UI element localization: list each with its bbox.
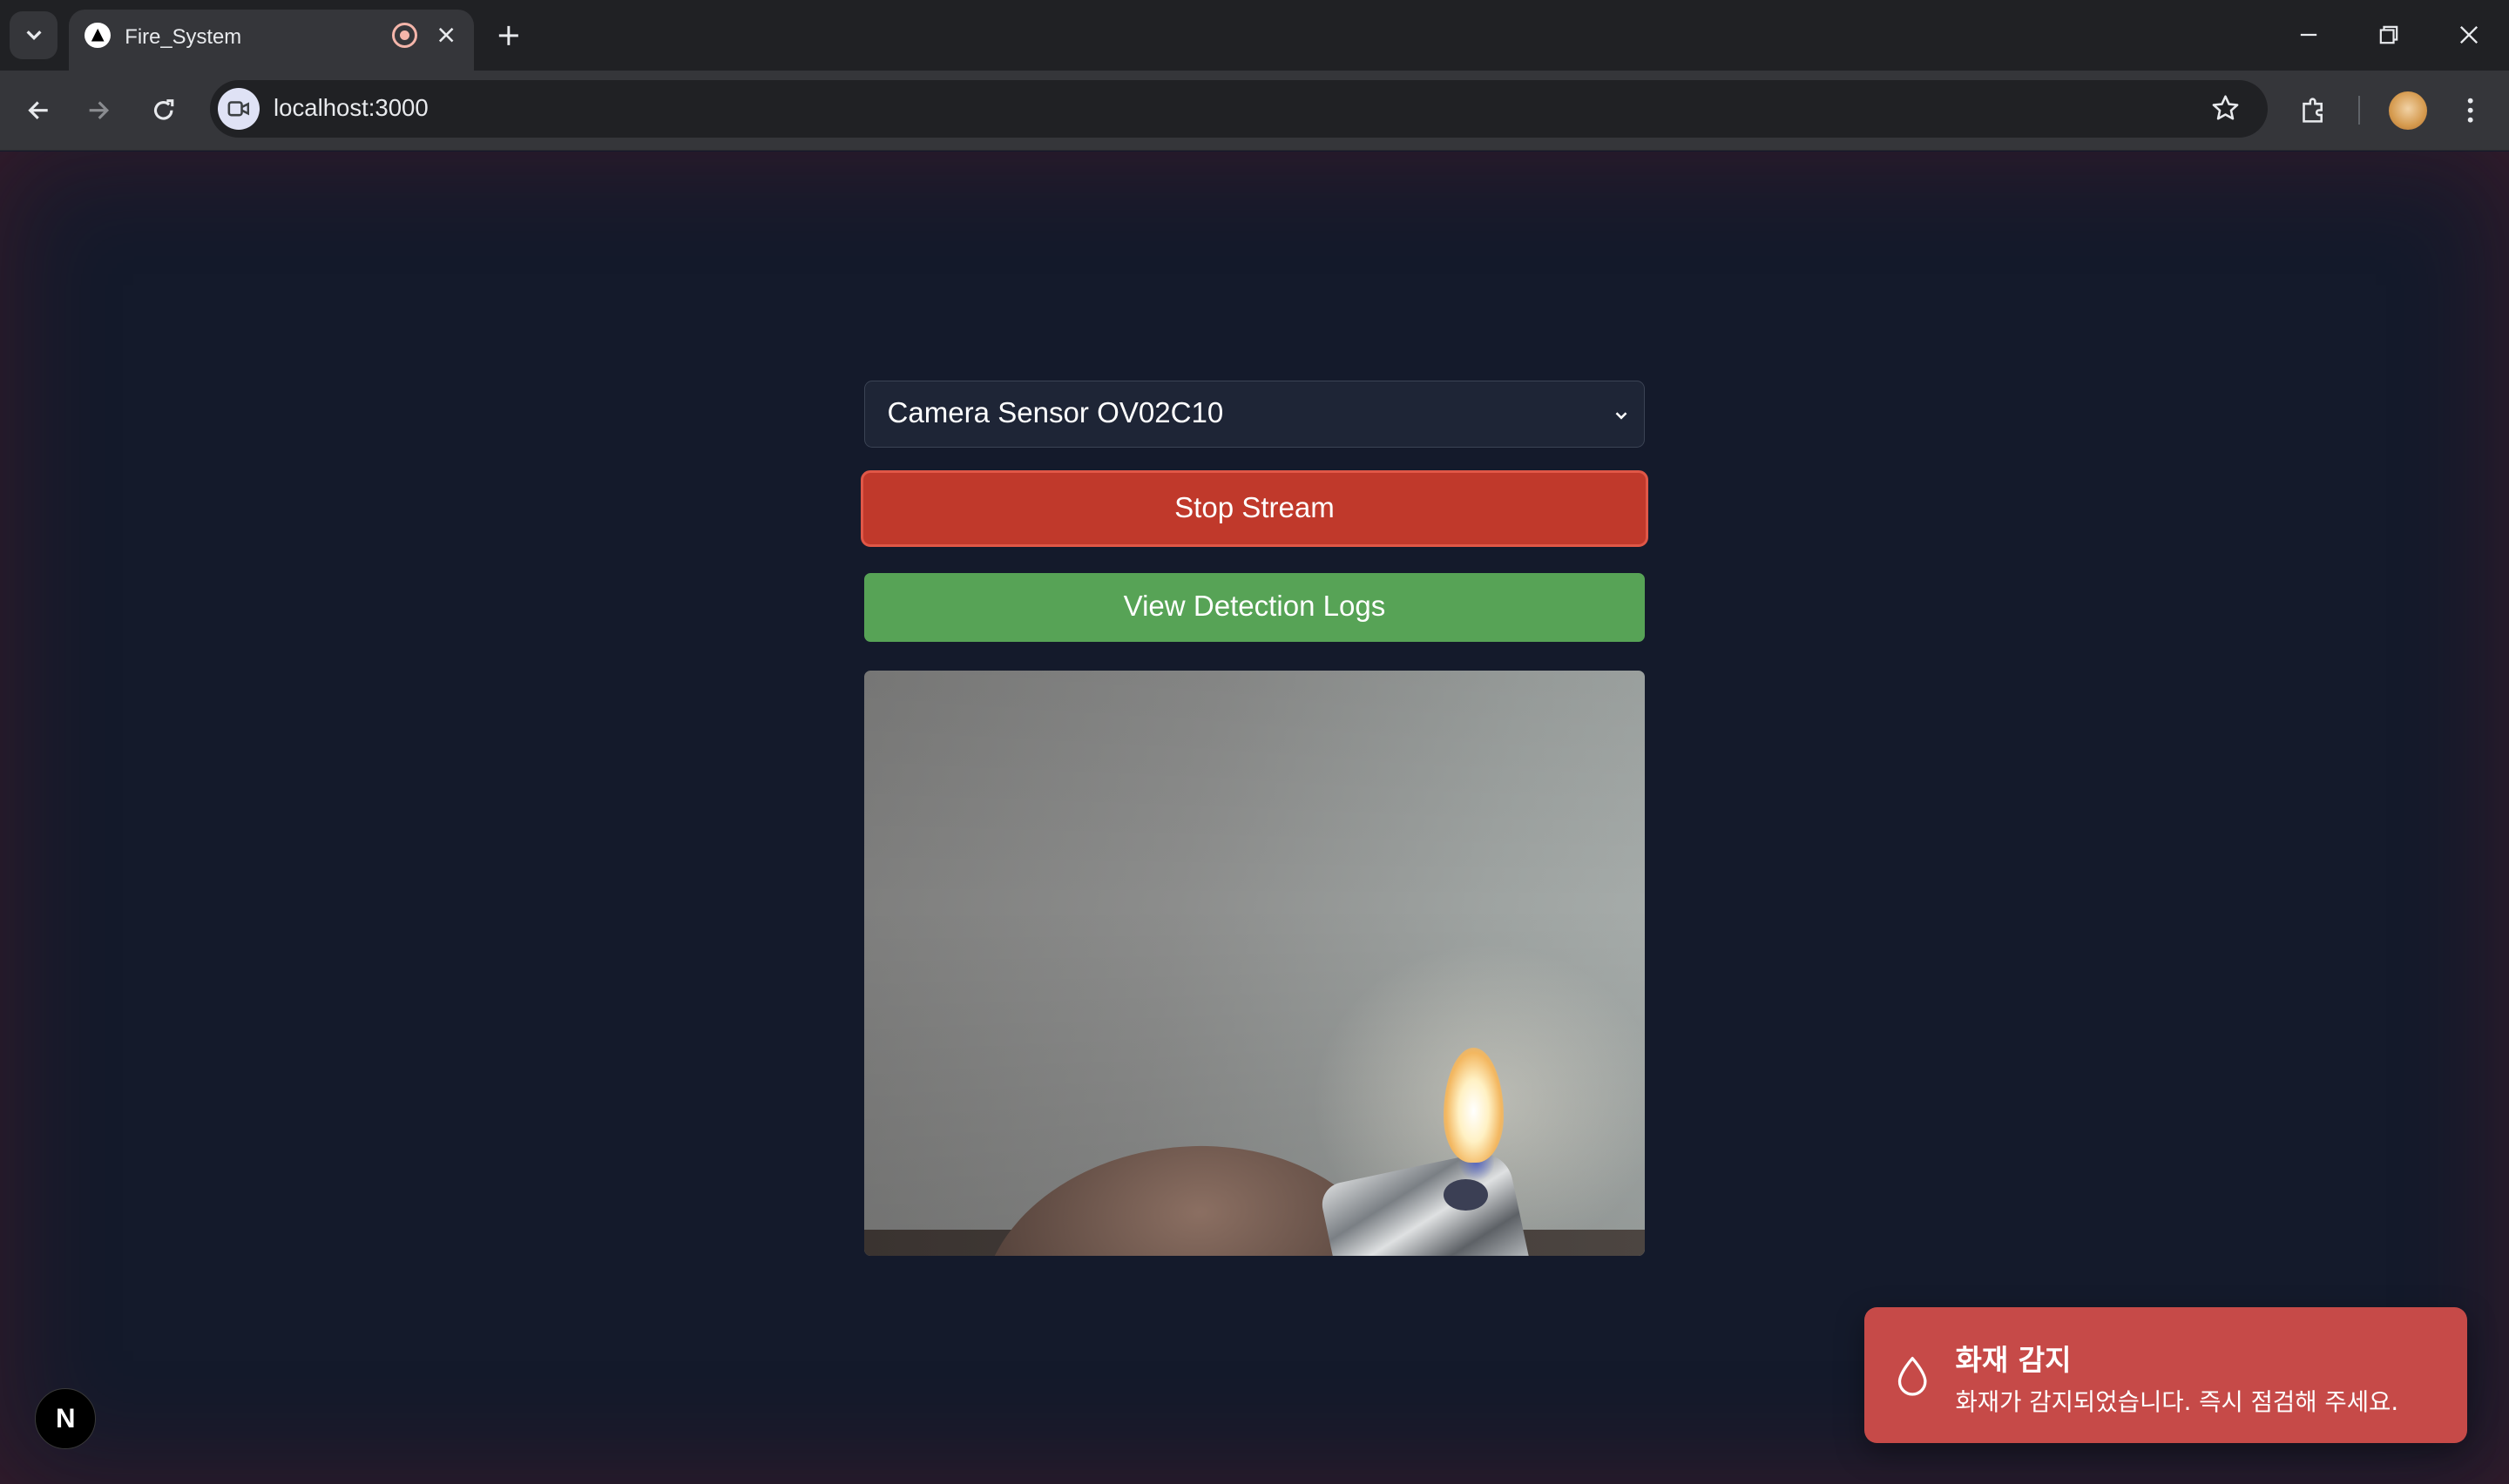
flame-outline-icon: [1897, 1356, 1927, 1396]
close-icon: [439, 28, 454, 43]
puzzle-icon: [2303, 98, 2323, 123]
recording-indicator-icon: [391, 22, 418, 49]
restore-button[interactable]: [2357, 13, 2420, 57]
camera-select-value: Camera Sensor OV02C10: [887, 397, 1224, 430]
arrow-left-icon: [28, 101, 49, 119]
profile-avatar[interactable]: [2389, 91, 2428, 130]
bookmark-button[interactable]: [2207, 90, 2245, 128]
page-viewport: Camera Sensor OV02C10 Stop Stream View D…: [0, 152, 2509, 1484]
reload-button[interactable]: [138, 84, 189, 136]
forward-button[interactable]: [73, 84, 125, 136]
nextjs-dev-indicator[interactable]: N: [35, 1388, 97, 1450]
close-tab-button[interactable]: [430, 19, 463, 51]
minimize-button[interactable]: [2277, 13, 2341, 57]
minimize-icon: [2301, 34, 2317, 37]
close-icon: [2459, 26, 2479, 44]
chevron-down-icon: [26, 30, 42, 41]
toast-title: 화재 감지: [1955, 1343, 2072, 1378]
menu-button[interactable]: [2445, 84, 2496, 136]
browser-window: Fire_System localhost:3000 Camera Sensor…: [0, 0, 2509, 1484]
close-window-button[interactable]: [2437, 13, 2500, 57]
toolbar-divider: [2358, 96, 2361, 125]
reload-icon: [153, 99, 173, 120]
extensions-button[interactable]: [2288, 84, 2339, 136]
star-icon: [2212, 95, 2239, 120]
browser-toolbar: localhost:3000: [0, 70, 2509, 151]
site-info-button[interactable]: [217, 88, 260, 130]
tab-title: Fire_System: [125, 25, 242, 50]
stop-stream-button[interactable]: Stop Stream: [861, 469, 1648, 548]
camera-video-feed: [863, 670, 1646, 1256]
fire-alert-toast[interactable]: 화재 감지 화재가 감지되었습니다. 즉시 점검해 주세요.: [1863, 1306, 2468, 1443]
tab-strip: Fire_System: [0, 0, 2509, 71]
toast-message: 화재가 감지되었습니다. 즉시 점검해 주세요.: [1955, 1387, 2399, 1416]
active-tab[interactable]: Fire_System: [68, 10, 474, 71]
url-text: localhost:3000: [274, 94, 429, 122]
restore-icon: [2379, 26, 2398, 44]
back-button[interactable]: [13, 84, 64, 136]
tab-search-button[interactable]: [10, 10, 58, 59]
view-detection-logs-button[interactable]: View Detection Logs: [863, 572, 1646, 642]
arrow-right-icon: [89, 101, 110, 119]
new-tab-button[interactable]: [490, 16, 528, 54]
camera-select[interactable]: Camera Sensor OV02C10: [863, 381, 1646, 449]
more-vertical-icon: [2467, 98, 2473, 123]
camera-icon: [227, 101, 249, 117]
address-bar[interactable]: localhost:3000: [209, 79, 2268, 138]
plus-icon: [499, 25, 519, 45]
chevron-down-icon: [1615, 412, 1627, 420]
nextjs-favicon-icon: [85, 22, 111, 49]
